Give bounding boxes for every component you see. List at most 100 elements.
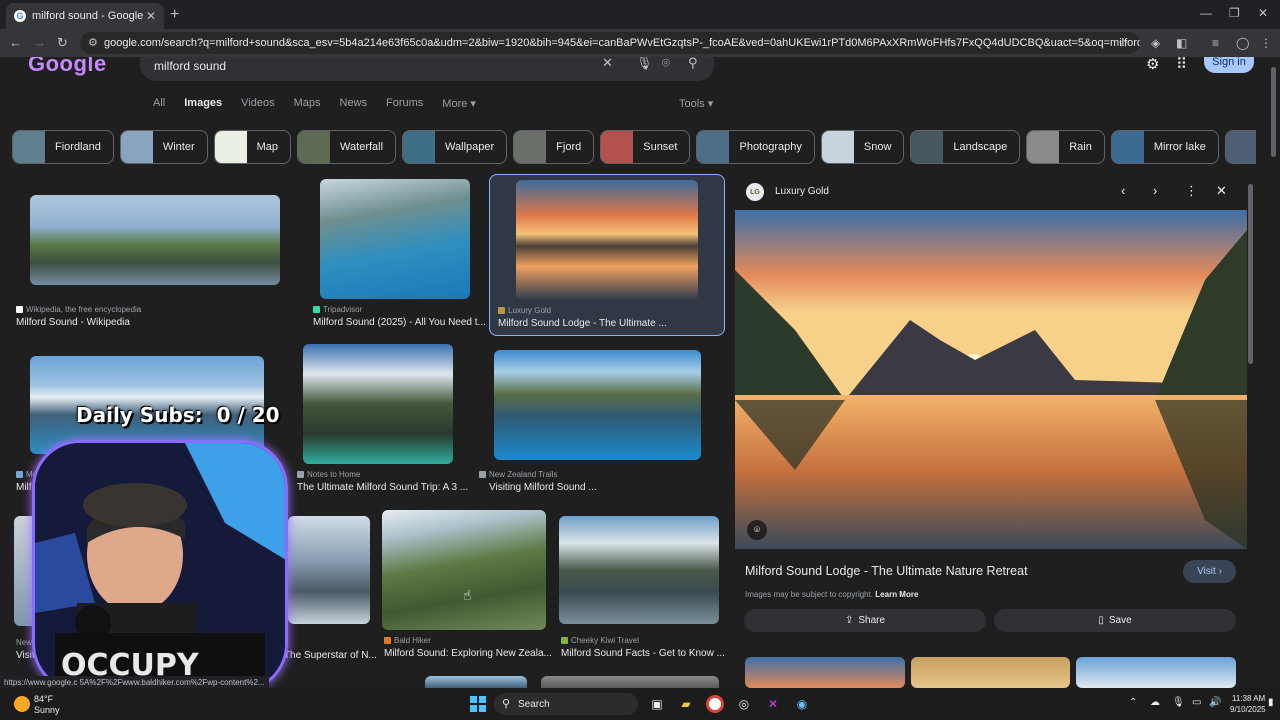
site-info-icon[interactable]: ⚙ xyxy=(88,36,98,49)
result-image[interactable] xyxy=(516,180,698,300)
next-icon[interactable]: › xyxy=(1153,183,1157,198)
close-panel-icon[interactable]: ✕ xyxy=(1216,183,1227,199)
sign-in-button[interactable]: Sign in xyxy=(1204,57,1254,73)
chip-winter[interactable]: Winter xyxy=(119,130,208,164)
result-caption[interactable]: Milford Sound Facts - Get to Know ... xyxy=(561,648,725,659)
tab-forums[interactable]: Forums xyxy=(386,97,423,110)
volume-icon[interactable]: 🔊 xyxy=(1209,697,1221,708)
related-image[interactable] xyxy=(911,657,1070,688)
new-tab-icon[interactable]: + xyxy=(170,6,179,24)
chip-map[interactable]: Map xyxy=(213,130,292,164)
browser-tab[interactable]: G milford sound - Google Search ✕ xyxy=(6,3,164,29)
panel-scrollbar[interactable] xyxy=(1248,184,1253,364)
chip-waterfall[interactable]: Waterfall xyxy=(297,130,397,164)
learn-more-link[interactable]: Learn More xyxy=(875,590,918,599)
lens-icon[interactable]: ⌾ xyxy=(662,57,670,71)
result-card[interactable]: Wikipedia, the free encyclopedia Milford… xyxy=(14,179,298,333)
result-image[interactable] xyxy=(559,516,719,624)
weather-temperature[interactable]: 84°F xyxy=(34,694,53,704)
menu-icon[interactable]: ⋮ xyxy=(1260,36,1272,50)
notifications-icon[interactable]: ▮ xyxy=(1268,697,1274,708)
result-caption[interactable]: Visiting Milford Sound ... xyxy=(489,482,597,493)
panel-title[interactable]: Milford Sound Lodge - The Ultimate Natur… xyxy=(745,564,1028,578)
result-image[interactable] xyxy=(303,344,453,464)
taskbar-search-box[interactable]: ⚲ Search xyxy=(494,693,638,715)
app-icon[interactable]: ◎ xyxy=(735,695,753,713)
search-icon[interactable]: ⚲ xyxy=(688,57,698,71)
result-card[interactable]: Cheeky Kiwi Travel Milford Sound Facts -… xyxy=(559,516,725,664)
clear-icon[interactable]: ✕ xyxy=(602,57,613,71)
tab-images[interactable]: Images xyxy=(184,97,222,110)
tab-all[interactable]: All xyxy=(153,97,165,110)
chrome-icon[interactable] xyxy=(706,695,724,713)
chip-landscape[interactable]: Landscape xyxy=(910,130,1021,164)
tab-videos[interactable]: Videos xyxy=(241,97,274,110)
lens-search-icon[interactable]: ⌾ xyxy=(747,520,767,540)
apps-grid-icon[interactable]: ⠿ xyxy=(1176,57,1187,73)
incognito-icon[interactable]: ◈ xyxy=(1151,36,1160,50)
chip-mirror-lake[interactable]: Mirror lake xyxy=(1110,130,1219,164)
media-icon[interactable]: ≡ xyxy=(1212,36,1219,50)
address-bar[interactable]: ⚙ google.com/search?q=milford+sound&sca_… xyxy=(80,32,1140,54)
tab-news[interactable]: News xyxy=(340,97,368,110)
back-icon[interactable]: ← xyxy=(9,35,22,50)
related-image[interactable] xyxy=(1076,657,1236,688)
more-options-icon[interactable]: ⋮ xyxy=(1185,183,1198,199)
chip-rain[interactable]: Rain xyxy=(1026,130,1105,164)
result-image-partial[interactable] xyxy=(425,676,527,688)
settings-gear-icon[interactable]: ⚙ xyxy=(1146,57,1159,73)
window-close-icon[interactable]: ✕ xyxy=(1258,6,1268,20)
restore-icon[interactable]: ❐ xyxy=(1229,6,1240,20)
result-card[interactable]: New Zealand Trails Visiting Milford Soun… xyxy=(477,348,719,496)
previous-icon[interactable]: ‹ xyxy=(1121,183,1125,198)
chip-sunset[interactable]: Sunset xyxy=(600,130,691,164)
result-caption[interactable]: Milford Sound (2025) - All You Need t... xyxy=(313,317,486,328)
bookmark-star-icon[interactable]: ☆ xyxy=(1118,36,1129,50)
result-card[interactable]: Notes to Home The Ultimate Milford Sound… xyxy=(295,344,468,496)
save-button[interactable]: ▯ Save xyxy=(994,609,1236,632)
show-hidden-icons[interactable]: ⌃ xyxy=(1129,697,1137,708)
result-card[interactable]: Tripadvisor Milford Sound (2025) - All Y… xyxy=(311,179,486,333)
result-caption[interactable]: The Ultimate Milford Sound Trip: A 3 ... xyxy=(297,482,468,493)
clock-time[interactable]: 11:38 AM xyxy=(1232,694,1265,703)
chip-wallpaper[interactable]: Wallpaper xyxy=(402,130,508,164)
file-explorer-icon[interactable]: ▰ xyxy=(677,695,695,713)
chip-snow[interactable]: Snow xyxy=(820,130,905,164)
windows-start-icon[interactable] xyxy=(470,696,486,712)
chip-mountain[interactable]: Mountain xyxy=(1224,130,1256,164)
cloud-icon[interactable]: ☁ xyxy=(1150,697,1160,708)
profile-icon[interactable]: ◯ xyxy=(1236,36,1249,50)
tab-maps[interactable]: Maps xyxy=(294,97,321,110)
result-card[interactable]: - The Superstar of N... xyxy=(276,516,377,664)
result-caption[interactable]: Milford Sound Lodge - The Ultimate ... xyxy=(498,318,667,329)
forward-icon[interactable]: → xyxy=(33,35,46,50)
result-image[interactable] xyxy=(320,179,470,299)
network-icon[interactable]: ▭ xyxy=(1192,697,1201,708)
chip-photography[interactable]: Photography xyxy=(696,130,815,164)
task-view-icon[interactable]: ▣ xyxy=(648,695,666,713)
sun-weather-icon[interactable] xyxy=(14,696,30,712)
visit-button[interactable]: Visit › xyxy=(1183,560,1236,583)
result-image[interactable] xyxy=(30,195,280,285)
share-button[interactable]: ⇪ Share xyxy=(744,609,986,632)
tab-more[interactable]: More ▾ xyxy=(442,97,476,110)
related-image[interactable] xyxy=(745,657,905,688)
result-image-partial[interactable] xyxy=(541,676,719,688)
preview-image[interactable] xyxy=(735,210,1247,549)
chip-fiordland[interactable]: Fiordland xyxy=(12,130,114,164)
page-scrollbar-thumb[interactable] xyxy=(1271,67,1276,157)
weather-description[interactable]: Sunny xyxy=(34,705,60,715)
google-logo[interactable]: Google xyxy=(28,57,107,77)
result-caption[interactable]: Milford Sound - Wikipedia xyxy=(16,317,130,328)
result-image[interactable] xyxy=(288,516,370,624)
steam-icon[interactable]: ◉ xyxy=(793,695,811,713)
result-image[interactable] xyxy=(382,510,546,630)
panel-source-name[interactable]: Luxury Gold xyxy=(775,186,829,197)
search-input[interactable]: milford sound xyxy=(140,57,714,81)
mic-icon[interactable]: 🎙 xyxy=(636,57,653,71)
extensions-icon[interactable]: ◧ xyxy=(1176,36,1187,50)
chip-fjord[interactable]: Fjord xyxy=(513,130,595,164)
result-caption[interactable]: Milford Sound: Exploring New Zeala... xyxy=(384,648,552,659)
result-image[interactable] xyxy=(494,350,701,460)
tab-close-icon[interactable]: ✕ xyxy=(146,9,156,23)
